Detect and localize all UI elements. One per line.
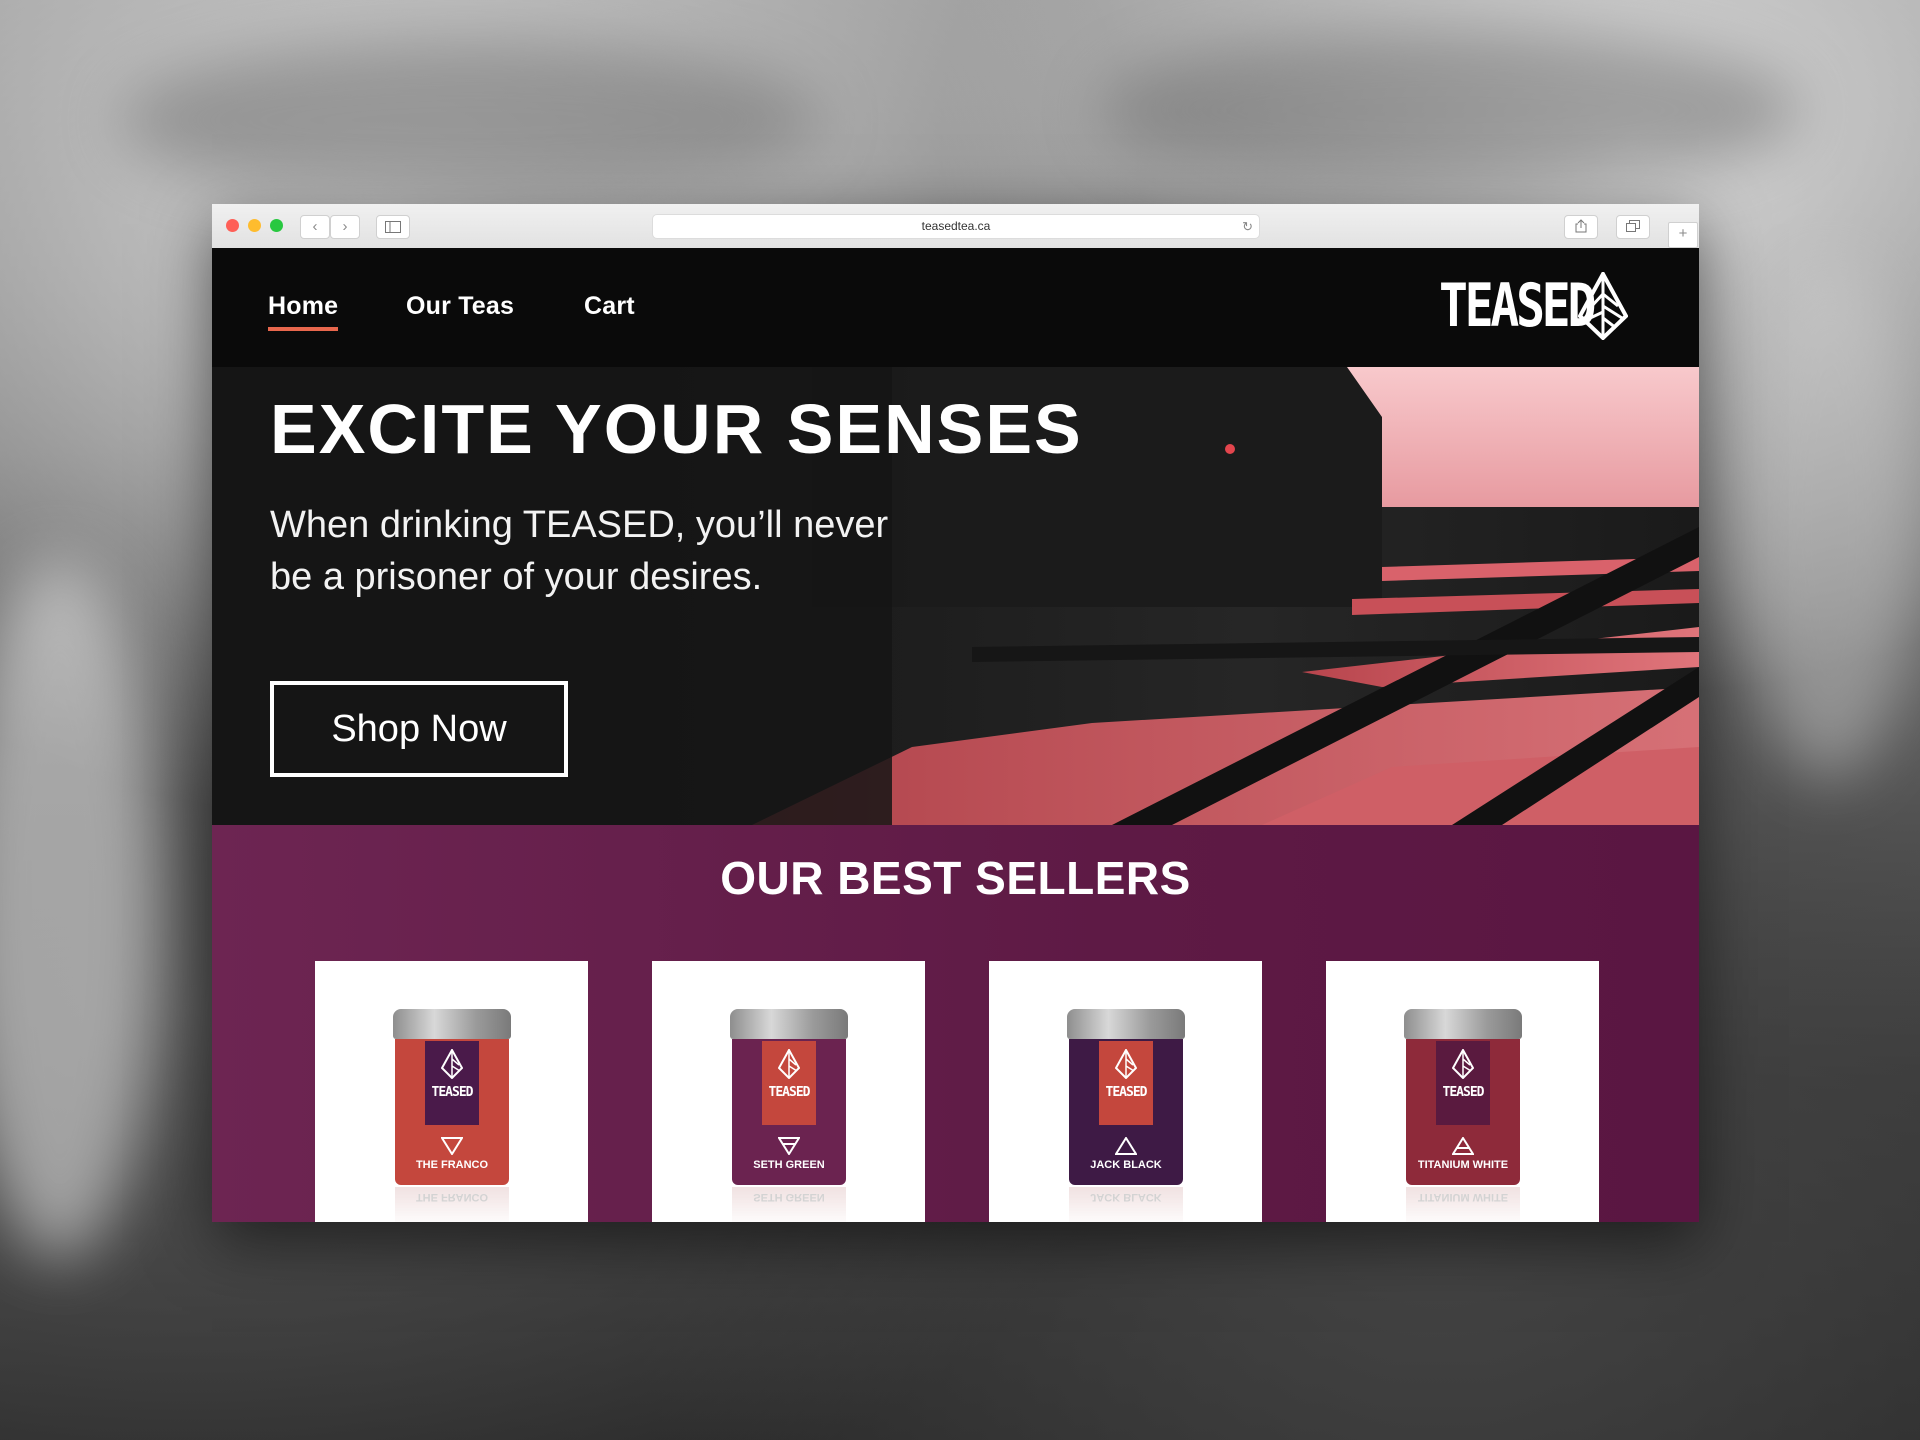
tin-label: TEASED — [1436, 1041, 1490, 1125]
close-window-button[interactable] — [226, 219, 239, 232]
forward-button[interactable]: › — [330, 215, 360, 239]
brand-logo[interactable]: TEASED — [1439, 268, 1596, 344]
tin-reflection: THE FRANCO — [395, 1187, 509, 1222]
new-tab-button[interactable]: + — [1668, 222, 1698, 248]
nav-our-teas[interactable]: Our Teas — [406, 292, 514, 321]
tin-lid — [730, 1009, 848, 1039]
triangle-down-icon — [441, 1137, 463, 1155]
tin-lid — [393, 1009, 511, 1039]
product-name-reflection: JACK BLACK — [1090, 1191, 1162, 1203]
tin-reflection: SETH GREEN — [732, 1187, 846, 1222]
tin-reflection: TITANIUM WHITE — [1406, 1187, 1520, 1222]
share-button[interactable] — [1564, 215, 1598, 239]
triangle-down-bar-icon — [778, 1137, 800, 1155]
product-tin: TEASED TITANIUM WHITE TITANIUM WHITE — [1404, 1009, 1522, 1222]
minimize-window-button[interactable] — [248, 219, 261, 232]
tin-lid — [1404, 1009, 1522, 1039]
tin-body: TEASED TITANIUM WHITE — [1406, 1039, 1520, 1185]
browser-toolbar: ‹ › teasedtea.ca ↻ + — [212, 204, 1699, 249]
tin-lid — [1067, 1009, 1185, 1039]
tin-label: TEASED — [1099, 1041, 1153, 1125]
triangle-up-bar-icon — [1452, 1137, 1474, 1155]
best-sellers-section: OUR BEST SELLERS TEASED THE FRANCO THE F… — [212, 825, 1699, 1222]
hero-title: EXCITE YOUR SENSES — [270, 390, 1083, 468]
tin-label: TEASED — [762, 1041, 816, 1125]
nav-home[interactable]: Home — [268, 292, 339, 331]
background-blur-shape — [1740, 260, 1920, 780]
product-card-titanium-white[interactable]: TEASED TITANIUM WHITE TITANIUM WHITE — [1326, 961, 1599, 1222]
address-bar[interactable]: teasedtea.ca ↻ — [652, 214, 1260, 239]
shop-now-button[interactable]: Shop Now — [270, 681, 568, 777]
tin-brand: TEASED — [431, 1085, 474, 1100]
hero-subtitle-line1: When drinking TEASED, you’ll never — [270, 504, 889, 546]
tin-body: TEASED SETH GREEN — [732, 1039, 846, 1185]
share-icon — [1575, 219, 1587, 233]
product-card-seth-green[interactable]: TEASED SETH GREEN SETH GREEN — [652, 961, 925, 1222]
product-tin: TEASED THE FRANCO THE FRANCO — [393, 1009, 511, 1222]
product-tin: TEASED JACK BLACK JACK BLACK — [1067, 1009, 1185, 1222]
product-name: TITANIUM WHITE — [1417, 1159, 1509, 1171]
tabs-overview-button[interactable] — [1616, 215, 1650, 239]
tin-label: TEASED — [425, 1041, 479, 1125]
sidebar-icon — [385, 221, 401, 233]
back-button[interactable]: ‹ — [300, 215, 330, 239]
diamond-leaf-icon — [441, 1049, 463, 1079]
nav-cart[interactable]: Cart — [584, 292, 635, 321]
maximize-window-button[interactable] — [270, 219, 283, 232]
product-name: SETH GREEN — [753, 1159, 825, 1171]
chevron-right-icon: › — [342, 218, 348, 235]
site-header: Home Our Teas Cart TEASED — [212, 248, 1699, 367]
product-card-the-franco[interactable]: TEASED THE FRANCO THE FRANCO — [315, 961, 588, 1222]
product-name-reflection: SETH GREEN — [753, 1191, 825, 1203]
hero-subtitle-line2: be a prisoner of your desires. — [270, 556, 763, 598]
tin-brand: TEASED — [1442, 1085, 1485, 1100]
browser-window: ‹ › teasedtea.ca ↻ + Home Our Teas Cart … — [212, 204, 1699, 1222]
tin-brand: TEASED — [768, 1085, 811, 1100]
diamond-leaf-icon — [1578, 272, 1628, 340]
tin-body: TEASED THE FRANCO — [395, 1039, 509, 1185]
background-blur-shape — [1100, 30, 1800, 190]
url-text: teasedtea.ca — [921, 219, 991, 233]
tin-brand: TEASED — [1105, 1085, 1148, 1100]
product-name-reflection: THE FRANCO — [415, 1191, 489, 1203]
diamond-leaf-icon — [1115, 1049, 1137, 1079]
hero-subtitle: When drinking TEASED, you’ll never be a … — [270, 499, 970, 603]
tabs-icon — [1626, 220, 1640, 232]
chevron-left-icon: ‹ — [312, 218, 318, 235]
hero-banner: EXCITE YOUR SENSES When drinking TEASED,… — [212, 367, 1699, 825]
product-tin: TEASED SETH GREEN SETH GREEN — [730, 1009, 848, 1222]
sidebar-toggle-button[interactable] — [376, 215, 410, 239]
product-name-reflection: TITANIUM WHITE — [1417, 1191, 1509, 1203]
diamond-leaf-icon — [1452, 1049, 1474, 1079]
plus-icon: + — [1678, 225, 1688, 242]
tin-reflection: JACK BLACK — [1069, 1187, 1183, 1222]
diamond-leaf-icon — [778, 1049, 800, 1079]
tin-body: TEASED JACK BLACK — [1069, 1039, 1183, 1185]
reload-icon[interactable]: ↻ — [1242, 215, 1253, 238]
background-blur-shape — [120, 40, 820, 200]
background-blur-shape — [0, 560, 160, 1260]
product-name: THE FRANCO — [415, 1159, 489, 1171]
product-card-jack-black[interactable]: TEASED JACK BLACK JACK BLACK — [989, 961, 1262, 1222]
triangle-up-icon — [1115, 1137, 1137, 1155]
best-sellers-title: OUR BEST SELLERS — [720, 852, 1191, 904]
product-name: JACK BLACK — [1090, 1159, 1162, 1171]
